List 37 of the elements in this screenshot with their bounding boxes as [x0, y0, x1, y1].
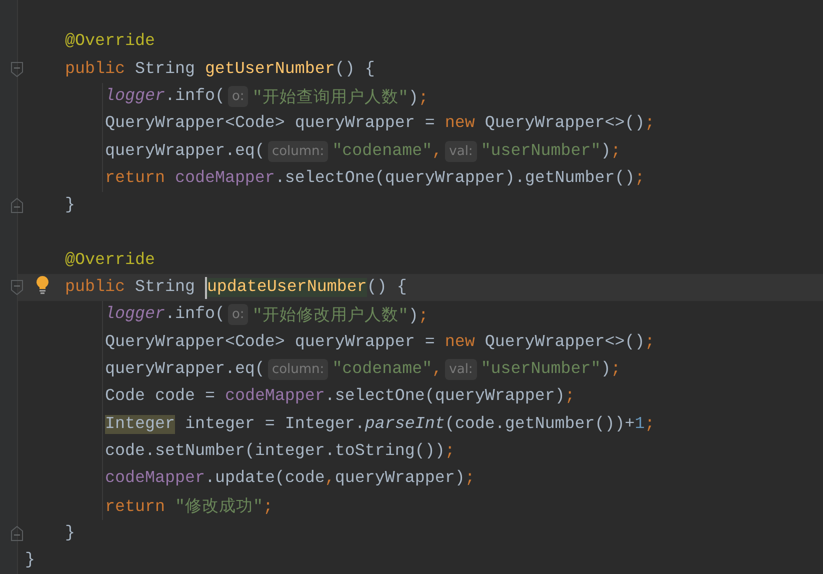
- code-text: queryWrapper.eq(: [105, 360, 265, 379]
- parameter-hint: column:: [268, 140, 328, 162]
- parameter-hint: val:: [445, 140, 477, 162]
- fold-icon[interactable]: [11, 280, 23, 295]
- fold-icon[interactable]: [11, 198, 23, 214]
- code-text: Integer integer = Integer.parseInt(code.getNumber())+1;: [105, 414, 655, 434]
- code-text: }: [65, 196, 75, 216]
- code-text: "codename",: [332, 142, 442, 161]
- fold-icon[interactable]: [11, 526, 23, 541]
- code-text: QueryWrapper<Code> queryWrapper = new QueryWrapper<>();: [105, 114, 655, 134]
- parameter-hint: o:: [228, 86, 248, 108]
- bulb-icon[interactable]: [35, 274, 50, 295]
- code-text: public String: [65, 278, 196, 298]
- parameter-hint: val:: [445, 359, 477, 380]
- code-text: "开始修改用户人数");: [252, 305, 428, 326]
- code-text: "codename",: [332, 360, 442, 379]
- code-text: queryWrapper.eq(: [105, 142, 265, 161]
- code-text: code.setNumber(integer.toString());: [105, 442, 455, 461]
- code-text: codeMapper.update(code,queryWrapper);: [105, 469, 475, 488]
- code-text: updateUserNumber() {: [206, 278, 407, 298]
- code-text: logger.info(: [105, 87, 225, 106]
- parameter-hint: o:: [228, 304, 248, 326]
- code-text: Code code = codeMapper.selectOne(queryWrapper);: [105, 387, 575, 406]
- parameter-hint: column:: [268, 359, 328, 380]
- code-text: return codeMapper.selectOne(queryWrapper).getNumber();: [105, 168, 645, 188]
- code-text: "userNumber");: [480, 360, 621, 379]
- code-text: }: [65, 524, 75, 543]
- code-text: public String getUserNumber() {: [65, 60, 375, 79]
- code-text: QueryWrapper<Code> queryWrapper = new QueryWrapper<>();: [105, 332, 655, 352]
- code-text: @Override: [65, 250, 155, 270]
- code-text: @Override: [65, 32, 155, 52]
- fold-icon[interactable]: [11, 62, 23, 77]
- code-text: return "修改成功";: [105, 496, 273, 517]
- code-text: "userNumber");: [480, 142, 621, 161]
- code-text: }: [25, 551, 35, 570]
- code-text: "开始查询用户人数");: [252, 87, 428, 108]
- code-text: logger.info(: [105, 305, 225, 324]
